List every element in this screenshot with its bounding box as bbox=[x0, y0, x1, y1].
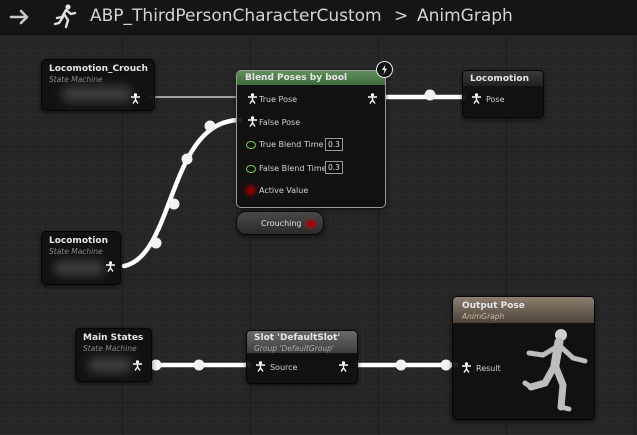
float-pin-icon[interactable] bbox=[246, 165, 256, 173]
node-title: Locomotion bbox=[470, 74, 529, 84]
node-output-pose[interactable]: Output Pose AnimGraph Result bbox=[452, 296, 595, 420]
wire-knots-blend bbox=[424, 89, 436, 101]
breadcrumb-bar: ABP_ThirdPersonCharacterCustom > AnimGra… bbox=[0, 0, 637, 35]
bool-pin-icon[interactable] bbox=[247, 187, 254, 194]
thumbnail-blur bbox=[88, 357, 132, 373]
thumbnail-blur bbox=[62, 86, 132, 102]
node-title: Main States bbox=[83, 333, 144, 343]
node-crouching-variable[interactable]: Crouching bbox=[236, 211, 324, 235]
node-title: Blend Poses by bool bbox=[245, 73, 348, 83]
breadcrumb-graph[interactable]: AnimGraph bbox=[417, 6, 513, 26]
float-pin-icon[interactable] bbox=[246, 141, 256, 149]
node-subtitle: State Machine bbox=[49, 75, 103, 84]
pin-label-pose: Pose bbox=[486, 95, 505, 104]
pose-pin-icon[interactable] bbox=[247, 93, 258, 104]
node-locomotion[interactable]: Locomotion State Machine bbox=[41, 231, 121, 285]
wire-locomotion-to-false bbox=[121, 117, 243, 269]
node-subtitle: State Machine bbox=[83, 344, 137, 353]
pose-pin-icon[interactable] bbox=[247, 116, 258, 127]
pose-pin-icon[interactable] bbox=[105, 261, 116, 272]
node-subtitle: Group 'DefaultGroup' bbox=[254, 344, 334, 353]
false-blend-time-input[interactable]: 0.3 bbox=[325, 161, 343, 174]
pin-label-false-blend-time: False Blend Time bbox=[259, 164, 327, 173]
node-title: Locomotion bbox=[49, 236, 108, 246]
pose-pin-icon[interactable] bbox=[338, 361, 349, 372]
pin-label-result: Result bbox=[476, 364, 501, 373]
pose-pin-icon[interactable] bbox=[255, 361, 266, 372]
pin-label-source: Source bbox=[270, 363, 298, 372]
pose-pin-icon[interactable] bbox=[367, 93, 378, 104]
arrow-right-icon[interactable] bbox=[8, 5, 32, 29]
pin-label-true-pose: True Pose bbox=[259, 95, 298, 104]
node-locomotion-crouch[interactable]: Locomotion_Crouch State Machine bbox=[41, 59, 155, 111]
node-title: Output Pose bbox=[462, 301, 525, 311]
breadcrumb-separator: > bbox=[394, 6, 409, 26]
pose-pin-icon[interactable] bbox=[471, 93, 482, 104]
breadcrumb-asset[interactable]: ABP_ThirdPersonCharacterCustom bbox=[90, 6, 382, 26]
pin-label-true-blend-time: True Blend Time bbox=[259, 140, 324, 149]
running-figure-icon bbox=[53, 4, 77, 29]
node-title: Slot 'DefaultSlot' bbox=[254, 333, 341, 343]
pose-pin-icon[interactable] bbox=[461, 362, 472, 373]
node-title: Locomotion_Crouch bbox=[49, 64, 148, 74]
lightning-icon bbox=[376, 61, 393, 78]
pin-label-active-value: Active Value bbox=[259, 186, 309, 195]
bool-pin-icon[interactable] bbox=[307, 221, 315, 227]
node-main-states[interactable]: Main States State Machine bbox=[75, 328, 152, 382]
variable-label: Crouching bbox=[261, 219, 302, 228]
pose-pin-icon[interactable] bbox=[130, 93, 141, 104]
node-locomotion-output[interactable]: Locomotion Pose bbox=[462, 70, 544, 118]
pin-label-false-pose: False Pose bbox=[259, 118, 301, 127]
thumbnail-blur bbox=[54, 260, 104, 276]
true-blend-time-input[interactable]: 0.3 bbox=[325, 138, 343, 151]
node-subtitle: AnimGraph bbox=[462, 312, 505, 321]
node-subtitle: State Machine bbox=[49, 247, 103, 256]
node-blend-poses-by-bool[interactable]: Blend Poses by bool True Pose False Pose… bbox=[236, 70, 386, 208]
pose-pin-icon[interactable] bbox=[132, 360, 143, 371]
mannequin-icon bbox=[522, 329, 588, 412]
node-slot-default[interactable]: Slot 'DefaultSlot' Group 'DefaultGroup' … bbox=[246, 330, 358, 384]
